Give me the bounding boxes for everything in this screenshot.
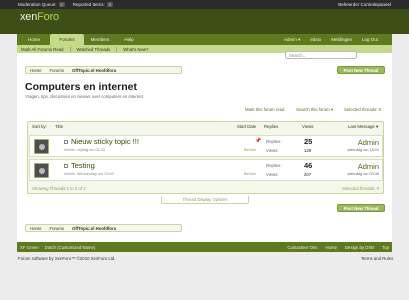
breadcrumb-forums[interactable]: Forums [45, 226, 68, 231]
log-out-link[interactable]: Log Out [362, 37, 378, 42]
mark-forum-read-link[interactable]: Mark this forum read [245, 107, 284, 112]
breadcrumb-current[interactable]: OffTopic.nl Hoofdfora [68, 68, 120, 73]
last-poster[interactable]: Admin [358, 138, 379, 147]
sort-last-message[interactable]: Last Message ▾ [348, 124, 378, 130]
watched-threads-link[interactable]: Watched Threads [77, 47, 111, 52]
sticky-pin-icon: 📌 [255, 138, 262, 144]
breadcrumb-bottom: Home Forums OffTopic.nl Hoofdfora [25, 224, 182, 232]
footer-links: Contacteer Ons Home Design by DXB Top [279, 245, 389, 250]
control-panel-link[interactable]: Beheerder Controlepaneel [338, 2, 391, 7]
thread-title[interactable]: Nieuw sticky topic !!! [71, 137, 139, 146]
sort-by-label: Sort by: [32, 124, 47, 129]
user-nav: Admin ▾ Inbox Meldingen Log Out [274, 34, 378, 45]
search-forum-link[interactable]: Search this forum ▾ [296, 107, 333, 113]
tab-members[interactable]: Members [87, 34, 113, 45]
thread-controls-link[interactable]: Beheer [244, 172, 256, 176]
moderation-queue-count: 0 [58, 2, 65, 7]
page-title: Computers en internet [25, 81, 138, 93]
thread-checkbox[interactable] [64, 164, 68, 168]
inbox-link[interactable]: Inbox [310, 37, 321, 42]
replies-label: Replies: [266, 163, 282, 168]
home-link[interactable]: Home [325, 245, 336, 250]
breadcrumb-current[interactable]: OffTopic.nl Hoofdfora [68, 226, 120, 231]
page-info: Showing Threads 1 to 2 of 2 [32, 186, 86, 191]
admin-menu[interactable]: Admin ▾ [284, 37, 300, 43]
forum-description: Vragen, tips, discussies en nieuws over … [25, 94, 145, 99]
thread-display-options[interactable]: Thread Display Options [161, 196, 249, 204]
thread-checkbox[interactable] [64, 140, 68, 144]
reply-count: 25 [304, 137, 313, 146]
avatar[interactable] [34, 163, 49, 178]
sort-start-date[interactable]: Start Date [237, 124, 256, 129]
avatar[interactable] [34, 139, 49, 154]
selected-threads-footer[interactable]: Selected threads: 0 [342, 186, 379, 191]
site-header: xenForo [0, 9, 409, 34]
post-new-thread-button-bottom[interactable]: Post New Thread [337, 204, 385, 212]
selected-threads-link[interactable]: Selected threads: 0 [344, 107, 381, 112]
breadcrumb: Home Forums OffTopic.nl Hoofdfora [25, 66, 182, 74]
sort-replies[interactable]: Replies [264, 124, 278, 129]
search-input[interactable]: Search... [285, 51, 357, 59]
reported-items-link[interactable]: Reported Items: 0 [72, 2, 114, 7]
thread-meta: Admin, vrijdag om 04:33 [64, 148, 105, 152]
reply-count: 46 [304, 161, 313, 170]
reported-items-count: 0 [106, 2, 114, 7]
last-post-date[interactable]: zaterdag om 03:36 [347, 172, 379, 176]
divider [69, 46, 71, 52]
tab-home[interactable]: Home [22, 34, 46, 45]
mark-all-read-link[interactable]: Mark All Forums Read [21, 47, 64, 52]
thread-title[interactable]: Testing [71, 161, 95, 170]
sort-views[interactable]: Views [302, 124, 313, 129]
tab-forums[interactable]: Forums [50, 34, 84, 45]
thread-list: Sort by: Title Start Date Replies Views … [27, 121, 384, 194]
breadcrumb-forums[interactable]: Forums [45, 68, 68, 73]
views-label: Views: [266, 148, 279, 153]
thread-list-header: Sort by: Title Start Date Replies Views … [28, 122, 383, 130]
sort-title[interactable]: Title [55, 124, 63, 129]
breadcrumb-home[interactable]: Home [26, 226, 45, 231]
alerts-link[interactable]: Meldingen [331, 37, 352, 42]
views-label: Views: [266, 172, 279, 177]
thread-list-footer: Showing Threads 1 to 2 of 2 Selected thr… [28, 185, 383, 193]
top-link[interactable]: Top [382, 245, 389, 250]
view-count: 207 [304, 172, 312, 177]
post-new-thread-button[interactable]: Post New Thread [337, 66, 385, 74]
last-post-date[interactable]: zaterdag om 18:01 [347, 148, 379, 152]
breadcrumb-home[interactable]: Home [26, 68, 45, 73]
view-count: 129 [304, 148, 312, 153]
moderation-queue-label: Moderation Queue: [18, 2, 57, 7]
admin-bar: Moderation Queue: 0 Reported Items: 0 Be… [0, 0, 409, 9]
replies-label: Replies: [266, 139, 282, 144]
moderation-queue-link[interactable]: Moderation Queue: 0 [18, 2, 65, 7]
whats-new-link[interactable]: What's New? [123, 47, 148, 52]
copyright-text[interactable]: Forum software by XenForo™ ©2010 XenForo… [18, 256, 116, 261]
site-logo[interactable]: xenForo [20, 11, 59, 23]
tab-help[interactable]: Help [117, 34, 141, 45]
main-nav: Home Forums Members Help Admin ▾ Inbox M… [17, 34, 392, 45]
terms-link[interactable]: Terms and Rules [361, 256, 393, 261]
table-row: Nieuw sticky topic !!! Admin, vrijdag om… [29, 135, 383, 157]
logo-part-2: Foro [37, 11, 59, 23]
style-chooser[interactable]: XF Green [20, 245, 39, 250]
table-row: Testing Admin, Wednesday om 23:00 Beheer… [29, 159, 383, 181]
thread-controls-link[interactable]: Beheer [244, 148, 256, 152]
site-footer: XF Green Dutch (Customized Name) Contact… [17, 242, 392, 252]
thread-meta: Admin, Wednesday om 23:00 [64, 172, 114, 176]
language-chooser[interactable]: Dutch (Customized Name) [45, 245, 96, 250]
design-credit-link[interactable]: Design by DXB [345, 245, 374, 250]
reported-items-label: Reported Items: [72, 2, 105, 7]
last-poster[interactable]: Admin [358, 162, 379, 171]
divider [116, 46, 118, 52]
contact-link[interactable]: Contacteer Ons [287, 245, 317, 250]
logo-part-1: xen [20, 11, 38, 23]
